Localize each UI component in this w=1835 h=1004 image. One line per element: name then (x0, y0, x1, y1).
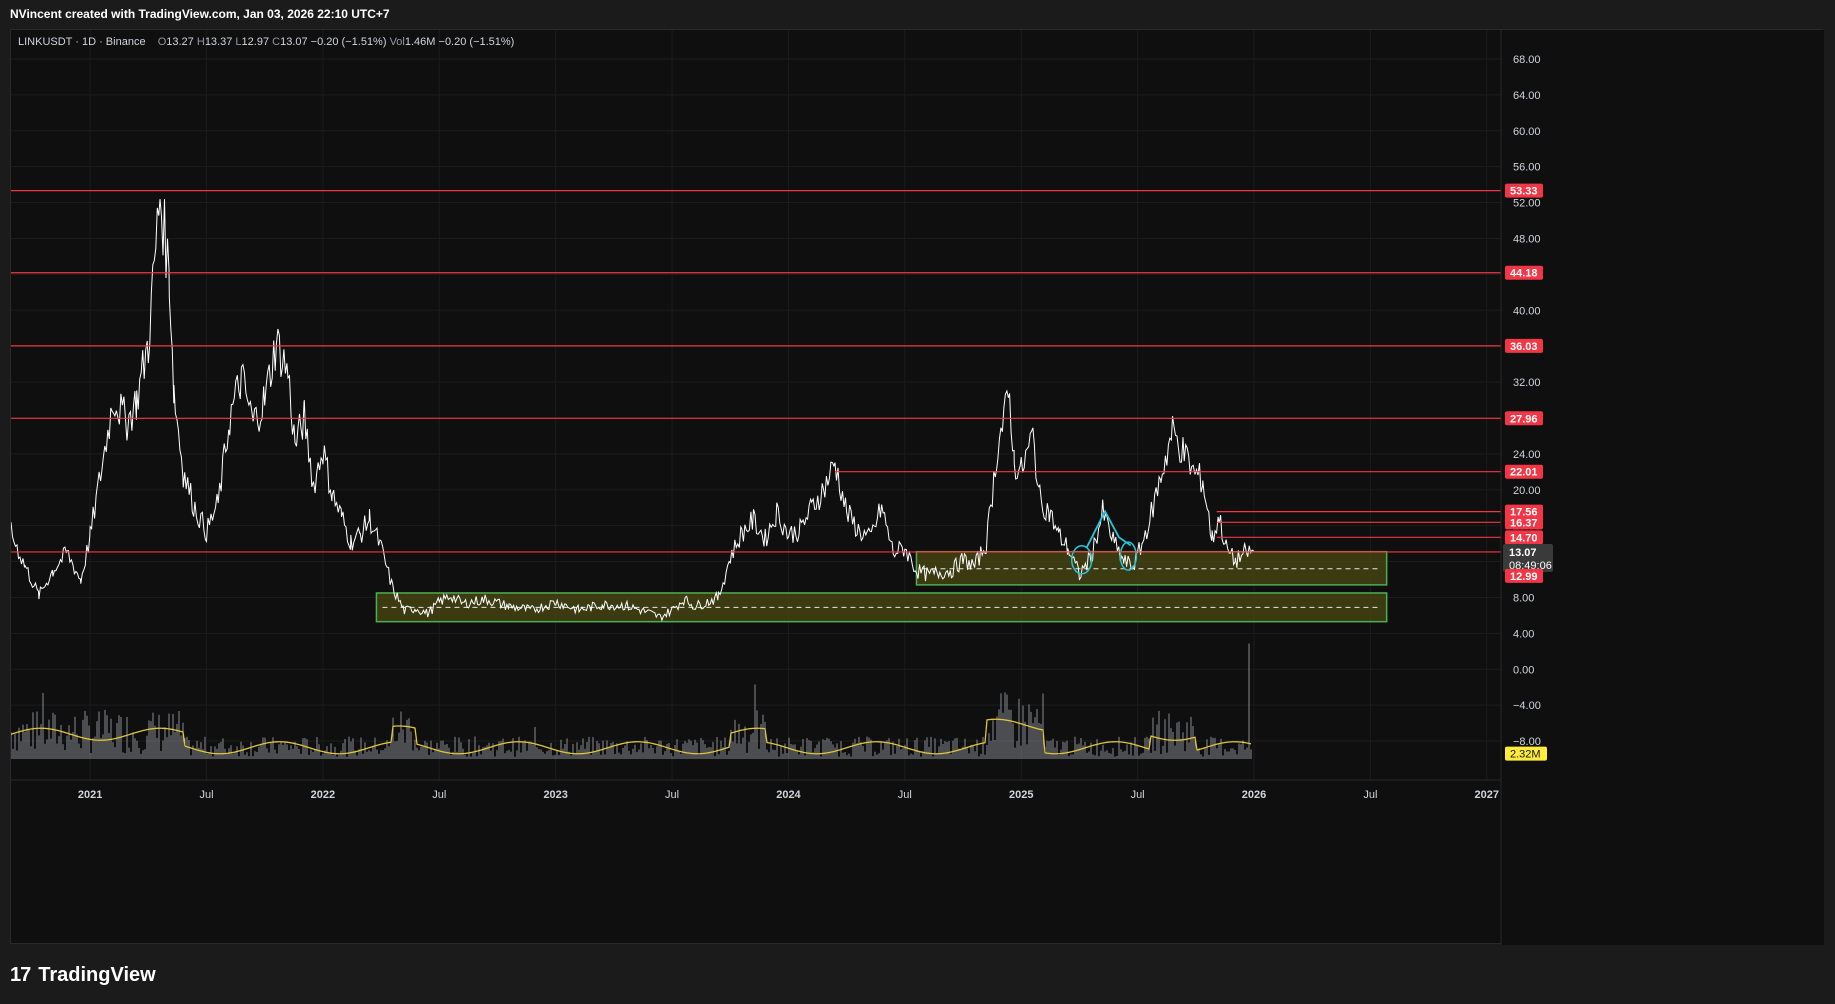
price-axis (1501, 30, 1824, 945)
symbol-legend: LINKUSDT · 1D · Binance O13.27 H13.37 L1… (18, 36, 514, 48)
close-value: 13.07 (280, 36, 308, 48)
x-tick-label: Jul (1131, 789, 1145, 801)
y-tick-label: 24.00 (1513, 449, 1541, 461)
open-label: O (157, 36, 167, 48)
y-tick-label: 64.00 (1513, 90, 1541, 102)
footer: 17 TradingView (10, 960, 156, 990)
low-price-label: 12.99 (1510, 571, 1538, 583)
y-tick-label: 40.00 (1513, 305, 1541, 317)
level-tag-label: 22.01 (1510, 467, 1538, 479)
level-tag-label: 44.18 (1510, 268, 1538, 280)
x-tick-label: Jul (199, 789, 213, 801)
low-value: 12.97 (241, 36, 270, 48)
high-value: 13.37 (204, 36, 233, 48)
tradingview-brand: TradingView (38, 963, 156, 986)
x-tick-label: 2023 (543, 789, 567, 801)
symbol-info: LINKUSDT · 1D · Binance (18, 36, 146, 48)
level-tag-label: 16.37 (1510, 517, 1538, 529)
x-tick-label: 2021 (78, 789, 102, 801)
close-label: C (272, 36, 281, 48)
y-tick-label: 68.00 (1513, 54, 1541, 66)
volume-value: 1.46M (404, 36, 436, 48)
level-tag-label: 36.03 (1510, 341, 1538, 353)
y-tick-label: 56.00 (1513, 162, 1541, 174)
tradingview-logo-icon: 17 (10, 963, 31, 986)
x-tick-label: Jul (898, 789, 912, 801)
y-tick-label: 4.00 (1513, 628, 1534, 640)
chart-pane[interactable]: 68.0064.0060.0056.0052.0048.0044.0040.00… (10, 29, 1824, 945)
price-change: −0.20 (−1.51%) (310, 36, 387, 48)
volume-change: −0.20 (−1.51%) (438, 36, 515, 48)
open-value: 13.27 (166, 36, 194, 48)
author-credit: NVincent created with TradingView.com, J… (10, 7, 390, 21)
y-tick-label: −4.00 (1513, 700, 1541, 712)
x-tick-label: 2024 (776, 789, 801, 801)
x-tick-label: Jul (432, 789, 446, 801)
y-tick-label: 0.00 (1513, 664, 1534, 676)
level-tag-label: 27.96 (1510, 413, 1538, 425)
annotation-path (1085, 509, 1132, 549)
y-tick-label: 48.00 (1513, 233, 1541, 245)
current-price-label: 13.07 (1509, 547, 1537, 559)
y-tick-label: 52.00 (1513, 198, 1541, 210)
top-bar: NVincent created with TradingView.com, J… (0, 0, 1835, 28)
y-tick-label: 20.00 (1513, 485, 1541, 497)
x-tick-label: 2022 (311, 789, 335, 801)
y-tick-label: 60.00 (1513, 126, 1541, 138)
high-label: H (196, 36, 205, 48)
volume-tag-label: 2.32M (1510, 749, 1541, 761)
price-chart[interactable]: 68.0064.0060.0056.0052.0048.0044.0040.00… (11, 30, 1824, 945)
x-tick-label: 2025 (1009, 789, 1033, 801)
x-tick-label: 2027 (1475, 789, 1499, 801)
y-tick-label: −8.00 (1513, 736, 1541, 748)
x-tick-label: Jul (1363, 789, 1377, 801)
y-tick-label: 8.00 (1513, 592, 1534, 604)
level-tag-label: 14.70 (1510, 532, 1538, 544)
y-tick-label: 32.00 (1513, 377, 1541, 389)
x-tick-label: Jul (665, 789, 679, 801)
volume-label: Vol (389, 36, 405, 48)
x-tick-label: 2026 (1242, 789, 1266, 801)
level-tag-label: 53.33 (1510, 186, 1538, 198)
